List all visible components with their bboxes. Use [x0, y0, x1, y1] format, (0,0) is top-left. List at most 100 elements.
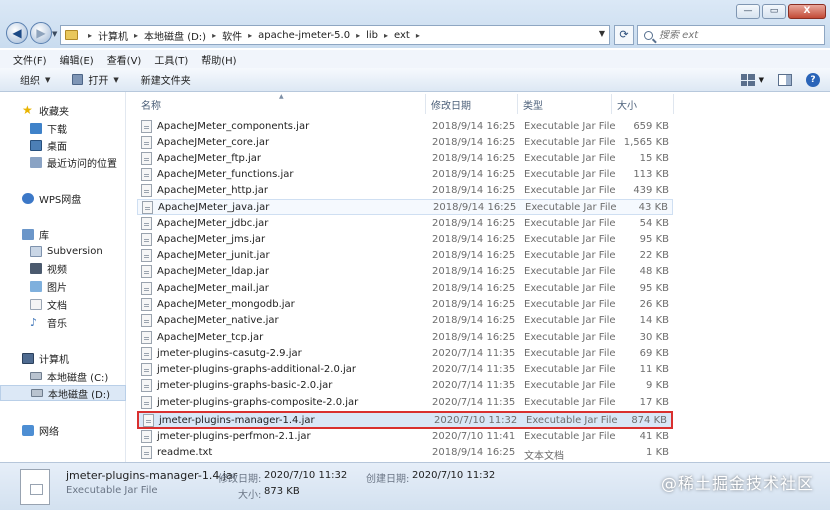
- menu-file[interactable]: 文件(F): [13, 52, 47, 67]
- organize-button[interactable]: 组织 ▼: [20, 72, 50, 88]
- text-file-icon: [141, 446, 152, 459]
- file-size: 1 KB: [646, 447, 669, 458]
- column-divider[interactable]: [517, 94, 518, 114]
- column-header-modified[interactable]: 修改日期: [431, 97, 471, 113]
- sidebar-item-favorites[interactable]: ★ 收藏夹: [0, 102, 126, 118]
- details-modified-label: 修改日期:: [218, 474, 262, 485]
- breadcrumb-item[interactable]: 计算机: [98, 28, 128, 43]
- file-name: jmeter-plugins-graphs-additional-2.0.jar: [157, 364, 357, 375]
- sidebar-item-drive-d[interactable]: 本地磁盘 (D:): [0, 385, 126, 401]
- column-divider[interactable]: [673, 94, 674, 114]
- chevron-down-icon: ▼: [113, 75, 119, 84]
- file-name: jmeter-plugins-manager-1.4.jar: [159, 415, 315, 426]
- help-icon[interactable]: ?: [806, 73, 820, 87]
- search-box[interactable]: [637, 25, 825, 45]
- menu-bar: 文件(F) 编辑(E) 查看(V) 工具(T) 帮助(H): [0, 50, 830, 68]
- search-input[interactable]: [659, 29, 809, 41]
- file-row[interactable]: jmeter-plugins-graphs-additional-2.0.jar…: [137, 362, 673, 378]
- chevron-right-icon[interactable]: ▸: [248, 31, 252, 40]
- breadcrumb-item[interactable]: lib: [366, 30, 378, 41]
- menu-view[interactable]: 查看(V): [107, 52, 142, 67]
- breadcrumb-item[interactable]: 软件: [222, 28, 242, 43]
- file-type: Executable Jar File: [524, 137, 616, 148]
- close-button[interactable]: X: [788, 4, 826, 19]
- file-row[interactable]: ApacheJMeter_jms.jar 2018/9/14 16:25 Execu…: [137, 232, 673, 248]
- address-bar[interactable]: ▸ 计算机 ▸ 本地磁盘 (D:) ▸ 软件 ▸ apache-jmeter-5…: [60, 25, 610, 45]
- chevron-right-icon[interactable]: ▸: [416, 31, 420, 40]
- address-history-chevron-down-icon[interactable]: ▼: [599, 29, 605, 38]
- column-divider[interactable]: [611, 94, 612, 114]
- chevron-right-icon[interactable]: ▸: [212, 31, 216, 40]
- breadcrumb-item[interactable]: apache-jmeter-5.0: [258, 30, 350, 41]
- sidebar-item-computer[interactable]: 计算机: [0, 350, 126, 366]
- jar-file-icon: [141, 298, 152, 311]
- sidebar-item-wps[interactable]: WPS网盘: [0, 190, 126, 206]
- file-row[interactable]: ApacheJMeter_components.jar 2018/9/14 16:…: [137, 119, 673, 135]
- sidebar-item-libraries[interactable]: 库: [0, 226, 126, 242]
- file-type: Executable Jar File: [524, 250, 616, 261]
- file-row[interactable]: ApacheJMeter_core.jar 2018/9/14 16:25 Exec…: [137, 135, 673, 151]
- sidebar-item-recent-places[interactable]: 最近访问的位置: [0, 154, 126, 170]
- chevron-right-icon[interactable]: ▸: [384, 31, 388, 40]
- menu-edit[interactable]: 编辑(E): [60, 52, 94, 67]
- file-name: ApacheJMeter_jms.jar: [157, 234, 266, 245]
- file-row[interactable]: jmeter-plugins-perfmon-2.1.jar 2020/7/10 …: [137, 429, 673, 445]
- menu-help[interactable]: 帮助(H): [201, 52, 236, 67]
- file-row[interactable]: ApacheJMeter_ftp.jar 2018/9/14 16:25 Execu…: [137, 151, 673, 167]
- chevron-right-icon[interactable]: ▸: [134, 31, 138, 40]
- jar-file-icon: [141, 363, 152, 376]
- breadcrumb-item[interactable]: 本地磁盘 (D:): [144, 28, 206, 43]
- sidebar-item-videos[interactable]: 视频: [0, 260, 126, 276]
- sidebar-item-documents[interactable]: 文档: [0, 296, 126, 312]
- file-row[interactable]: jmeter-plugins-graphs-basic-2.0.jar 2020/…: [137, 378, 673, 394]
- file-row[interactable]: jmeter-plugins-graphs-composite-2.0.jar 2…: [137, 395, 673, 411]
- file-row[interactable]: ApacheJMeter_mongodb.jar 2018/9/14 16:25 E…: [137, 297, 673, 313]
- file-row[interactable]: ApacheJMeter_java.jar 2018/9/14 16:25 Exec…: [137, 199, 673, 215]
- chevron-right-icon[interactable]: ▸: [88, 31, 92, 40]
- file-row[interactable]: ApacheJMeter_functions.jar 2018/9/14 16:2…: [137, 167, 673, 183]
- file-row[interactable]: readme.txt 2018/9/14 16:25 文本文档 1 KB: [137, 445, 673, 462]
- file-row-selected[interactable]: jmeter-plugins-manager-1.4.jar 2020/7/10 …: [137, 411, 673, 429]
- maximize-button[interactable]: ▭: [762, 4, 786, 19]
- new-folder-button[interactable]: 新建文件夹: [141, 72, 191, 87]
- column-header-size[interactable]: 大小: [617, 97, 637, 113]
- column-divider[interactable]: [425, 94, 426, 114]
- column-header-name[interactable]: 名称: [141, 97, 161, 113]
- recent-pages-chevron-down-icon[interactable]: ▼: [52, 30, 57, 38]
- back-button[interactable]: ◀: [6, 22, 28, 44]
- sidebar-item-drive-c[interactable]: 本地磁盘 (C:): [0, 368, 126, 384]
- sidebar-item-pictures[interactable]: 图片: [0, 278, 126, 294]
- refresh-button[interactable]: ⟳: [614, 25, 634, 45]
- file-type: Executable Jar File: [524, 121, 616, 132]
- jar-file-icon: [141, 184, 152, 197]
- file-row[interactable]: jmeter-plugins-casutg-2.9.jar 2020/7/14 1…: [137, 346, 673, 362]
- forward-button[interactable]: ▶: [30, 22, 52, 44]
- sidebar-item-music[interactable]: ♪ 音乐: [0, 314, 126, 330]
- file-row[interactable]: ApacheJMeter_native.jar 2018/9/14 16:25 Ex…: [137, 313, 673, 329]
- file-name: ApacheJMeter_functions.jar: [157, 169, 294, 180]
- file-row[interactable]: ApacheJMeter_ldap.jar 2018/9/14 16:25 Exec…: [137, 264, 673, 280]
- open-button[interactable]: 打开 ▼: [72, 72, 119, 87]
- breadcrumb-item[interactable]: ext: [394, 30, 410, 41]
- menu-tools[interactable]: 工具(T): [154, 52, 188, 67]
- sidebar-item-network[interactable]: 网络: [0, 422, 126, 438]
- jar-file-icon: [141, 396, 152, 409]
- chevron-right-icon[interactable]: ▸: [356, 31, 360, 40]
- file-row[interactable]: ApacheJMeter_junit.jar 2018/9/14 16:25 Exe…: [137, 248, 673, 264]
- minimize-button[interactable]: —: [736, 4, 760, 19]
- music-icon: ♪: [30, 315, 38, 329]
- sidebar-item-subversion[interactable]: Subversion: [0, 243, 126, 259]
- column-header-type[interactable]: 类型: [523, 97, 543, 113]
- file-row[interactable]: ApacheJMeter_jdbc.jar 2018/9/14 16:25 Exec…: [137, 216, 673, 232]
- file-row[interactable]: ApacheJMeter_tcp.jar 2018/9/14 16:25 Execu…: [137, 330, 673, 346]
- sidebar-item-downloads[interactable]: 下载: [0, 120, 126, 136]
- sidebar-item-desktop[interactable]: 桌面: [0, 137, 126, 153]
- change-view-button[interactable]: ▼: [740, 74, 764, 86]
- jar-file-icon: [141, 347, 152, 360]
- file-row[interactable]: ApacheJMeter_mail.jar 2018/9/14 16:25 Exec…: [137, 281, 673, 297]
- preview-pane-icon[interactable]: [778, 74, 792, 86]
- file-row[interactable]: ApacheJMeter_http.jar 2018/9/14 16:25 Exec…: [137, 183, 673, 199]
- jar-file-icon: [141, 314, 152, 327]
- file-size: 14 KB: [639, 315, 669, 326]
- file-size: 41 KB: [639, 431, 669, 442]
